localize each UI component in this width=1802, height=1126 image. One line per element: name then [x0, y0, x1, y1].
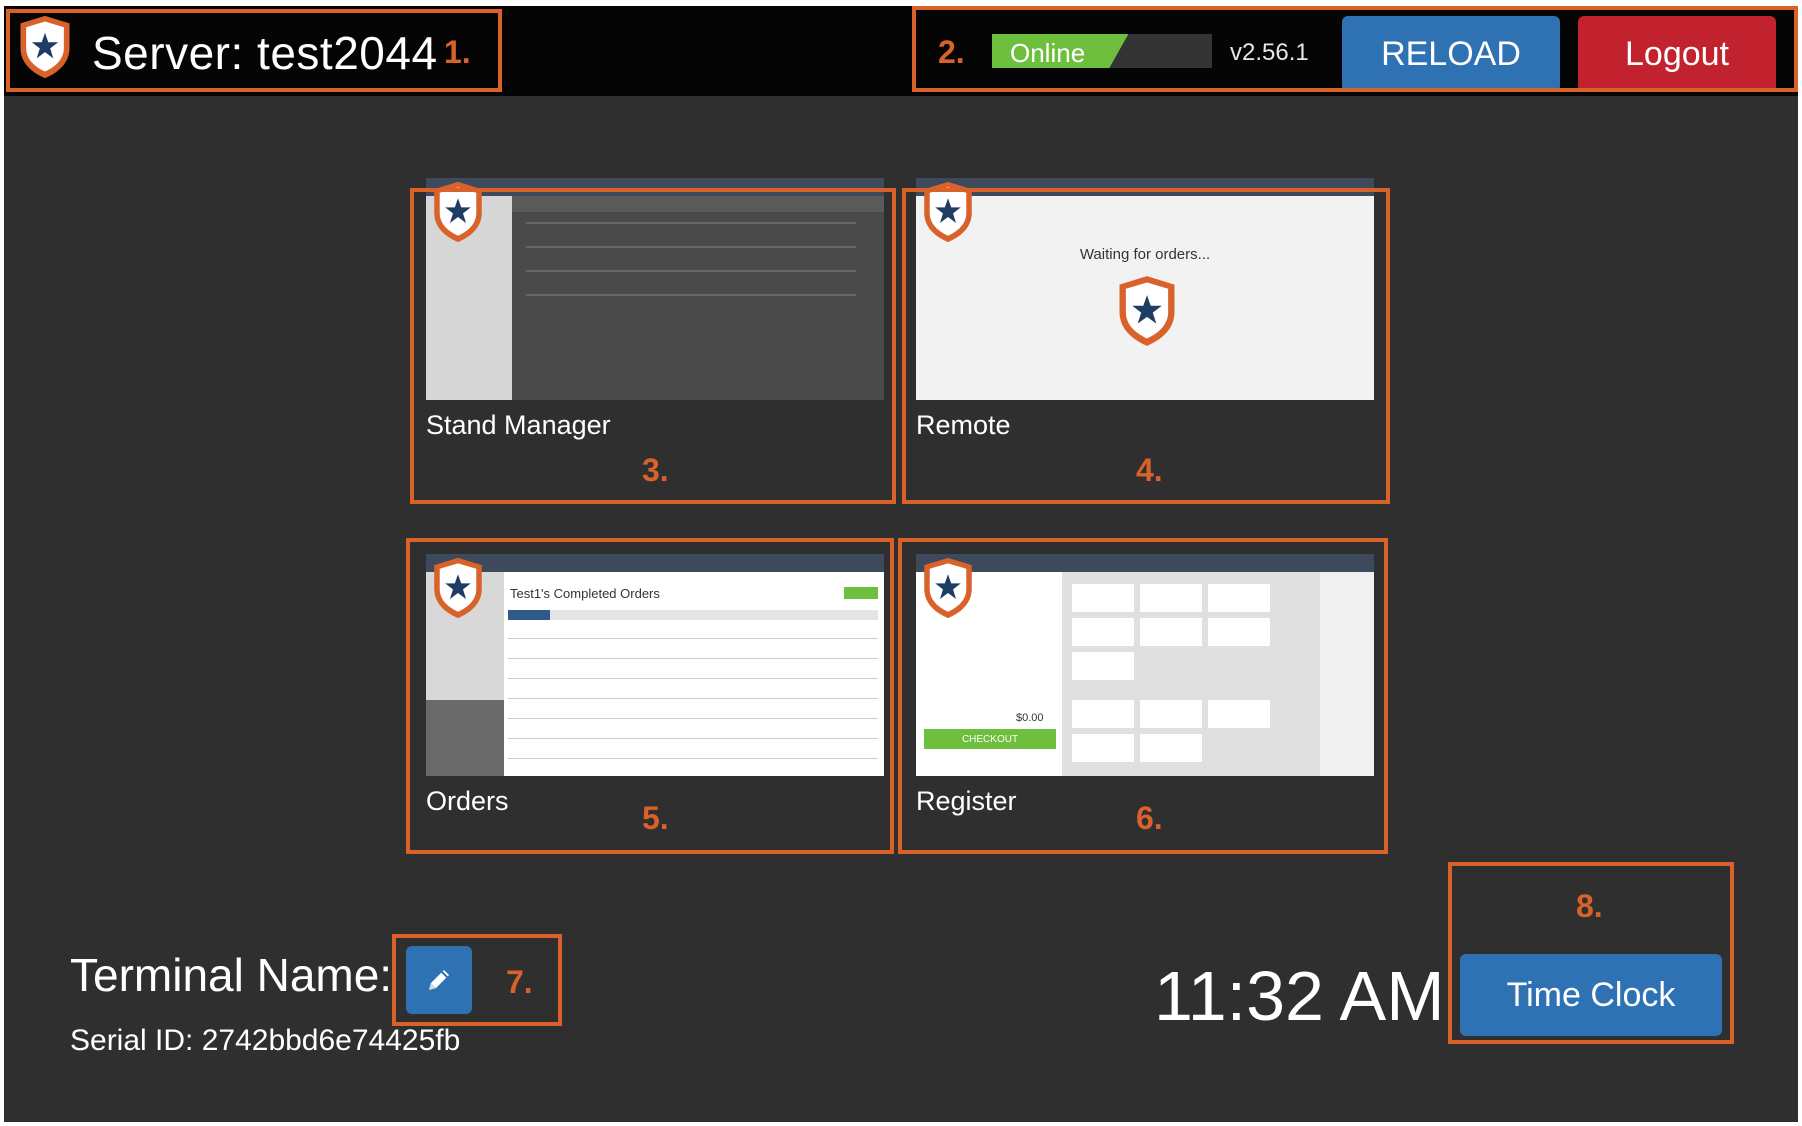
app-screen: Server: test2044 Online v2.56.1 RELOAD L…: [4, 6, 1798, 1122]
shield-star-icon: [430, 556, 486, 620]
serial-id-label: Serial ID: 2742bbd6e74425fb: [70, 1024, 461, 1057]
app-tile-label: Stand Manager: [426, 410, 611, 440]
top-bar: Server: test2044 Online v2.56.1 RELOAD L…: [4, 6, 1798, 96]
edit-terminal-name-button[interactable]: [406, 946, 472, 1014]
clock-time: 11:32 AM: [1154, 957, 1445, 1035]
shield-star-icon: [16, 14, 74, 80]
version-label: v2.56.1: [1230, 39, 1309, 66]
shield-star-icon: [430, 180, 486, 244]
callout-number-7: 7.: [506, 964, 533, 1000]
server-title: Server: test2044: [92, 27, 438, 79]
shield-star-icon: [1114, 274, 1180, 348]
shield-star-icon: [920, 556, 976, 620]
completed-orders-title: Test1's Completed Orders: [510, 586, 660, 601]
time-clock-button[interactable]: Time Clock: [1460, 954, 1722, 1036]
orders-thumbnail: Test1's Completed Orders: [426, 554, 884, 776]
callout-number-1: 1.: [444, 34, 471, 70]
pencil-icon: [429, 970, 449, 990]
remote-thumbnail: Waiting for orders...: [916, 178, 1374, 400]
shield-star-icon: [920, 180, 976, 244]
callout-number-2: 2.: [938, 34, 965, 70]
app-tile-orders[interactable]: Test1's Completed Orders Orders: [426, 554, 884, 824]
waiting-text: Waiting for orders...: [1079, 246, 1211, 263]
callout-number-3: 3.: [642, 452, 669, 488]
logout-button[interactable]: Logout: [1578, 16, 1776, 92]
app-tile-label: Register: [916, 786, 1017, 816]
register-total: $0.00: [1016, 712, 1044, 724]
callout-number-4: 4.: [1136, 452, 1163, 488]
reload-button[interactable]: RELOAD: [1342, 16, 1560, 92]
callout-number-5: 5.: [642, 800, 669, 836]
app-tile-remote[interactable]: Waiting for orders... Remote: [916, 178, 1374, 448]
checkout-button-preview: CHECKOUT: [924, 729, 1056, 749]
connection-status-bar: Online: [992, 34, 1212, 68]
app-tile-label: Orders: [426, 786, 509, 816]
app-tile-label: Remote: [916, 410, 1011, 440]
register-thumbnail: $0.00 CHECKOUT: [916, 554, 1374, 776]
callout-number-8: 8.: [1576, 888, 1603, 924]
callout-number-6: 6.: [1136, 800, 1163, 836]
stand-manager-thumbnail: [426, 178, 884, 400]
status-label: Online: [1010, 38, 1086, 68]
terminal-name-label: Terminal Name:: [70, 949, 393, 1001]
app-tile-stand-manager[interactable]: Stand Manager: [426, 178, 884, 448]
app-tile-register[interactable]: $0.00 CHECKOUT Register: [916, 554, 1374, 824]
